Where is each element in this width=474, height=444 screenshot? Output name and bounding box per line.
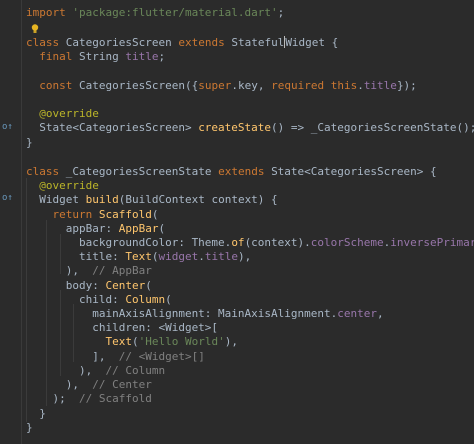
code-line[interactable]: ), // AppBar — [26, 264, 152, 278]
lightbulb-icon[interactable] — [31, 24, 39, 34]
code-line[interactable]: import 'package:flutter/material.dart'; — [26, 6, 284, 20]
code-line[interactable]: class _CategoriesScreenState extends Sta… — [26, 165, 437, 179]
code-line[interactable]: Widget build(BuildContext context) { — [26, 193, 277, 207]
editor-gutter[interactable] — [0, 0, 22, 444]
code-line[interactable]: backgroundColor: Theme.of(context).color… — [26, 236, 474, 250]
code-line[interactable]: final String title; — [26, 50, 165, 64]
code-line[interactable]: appBar: AppBar( — [26, 222, 165, 236]
code-line[interactable]: body: Center( — [26, 279, 152, 293]
code-line[interactable]: @override — [26, 107, 99, 121]
code-line[interactable]: title: Text(widget.title), — [26, 250, 251, 264]
code-line[interactable]: } — [26, 407, 46, 421]
code-line[interactable]: } — [26, 421, 33, 435]
gutter-divider — [21, 0, 22, 444]
code-line[interactable]: ), // Column — [26, 364, 165, 378]
code-line[interactable]: ), // Center — [26, 378, 152, 392]
override-marker-icon[interactable]: o↑ — [2, 193, 13, 203]
code-line[interactable]: } — [26, 136, 33, 150]
code-line[interactable]: children: <Widget>[ — [26, 321, 218, 335]
code-line[interactable]: ], // <Widget>[] — [26, 350, 205, 364]
code-line[interactable]: class CategoriesScreen extends StatefulW… — [26, 36, 338, 50]
code-line[interactable]: return Scaffold( — [26, 208, 159, 222]
code-line[interactable]: State<CategoriesScreen> createState() =>… — [26, 121, 474, 135]
code-line[interactable]: Text('Hello World'), — [26, 335, 237, 349]
code-line[interactable]: ); // Scaffold — [26, 392, 151, 406]
code-line[interactable]: mainAxisAlignment: MainAxisAlignment.cen… — [26, 307, 383, 321]
code-line[interactable]: @override — [26, 179, 99, 193]
code-line[interactable]: child: Column( — [26, 293, 172, 307]
code-line[interactable]: const CategoriesScreen({super.key, requi… — [26, 79, 417, 93]
code-editor[interactable]: o↑ o↑ import 'package:flutter/material.d… — [0, 0, 474, 444]
override-marker-icon[interactable]: o↑ — [2, 122, 13, 132]
